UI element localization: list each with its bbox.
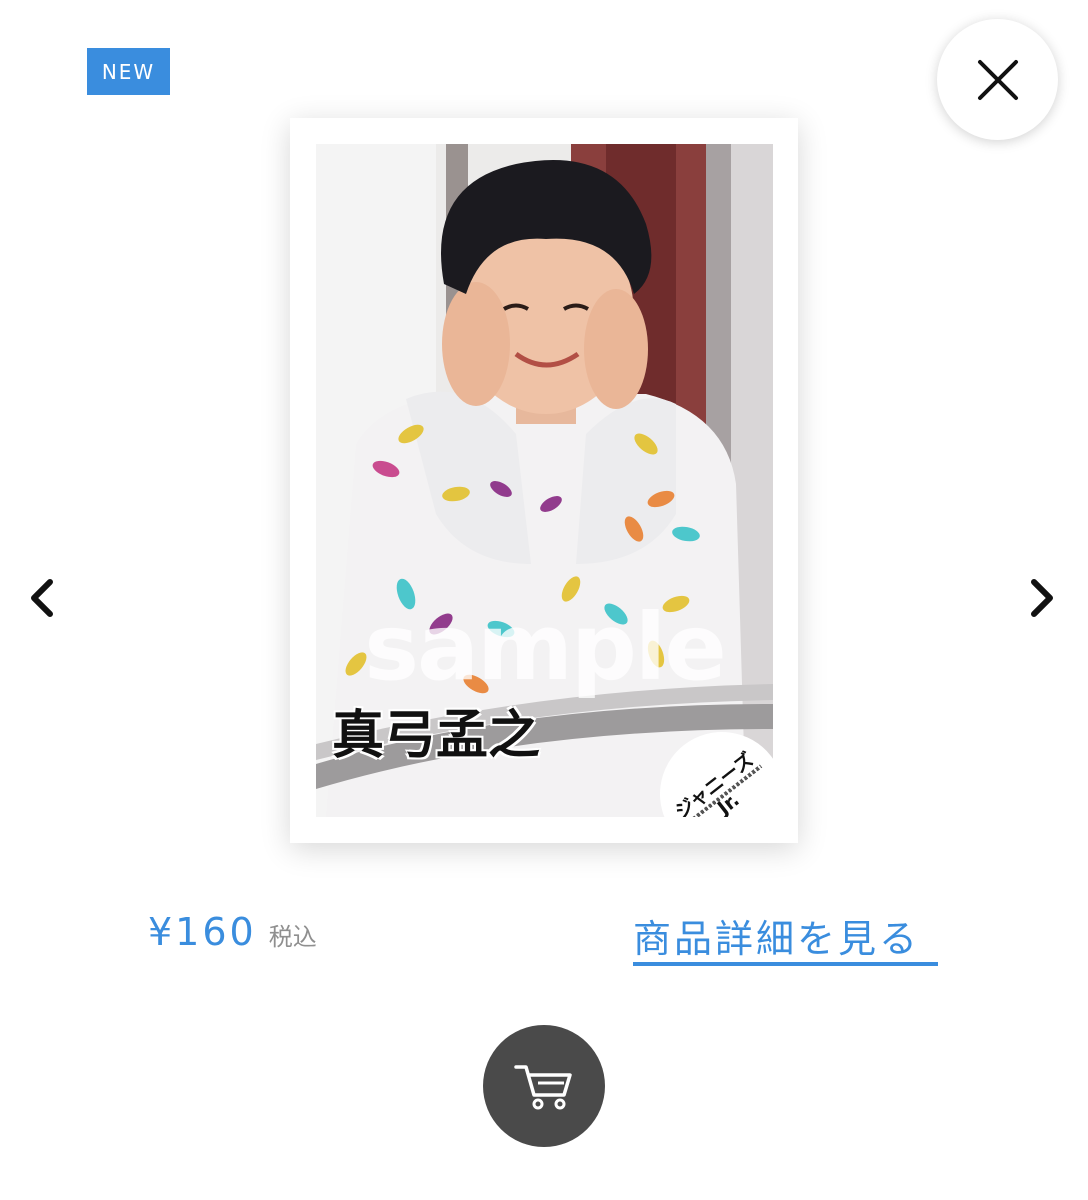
product-photo: sample 真弓孟之 ジャニーズJr. bbox=[316, 144, 773, 817]
product-photo-card: sample 真弓孟之 ジャニーズJr. bbox=[290, 118, 798, 843]
price: ¥160 bbox=[148, 910, 257, 954]
sample-watermark: sample bbox=[364, 594, 727, 701]
photo-name-caption: 真弓孟之 bbox=[332, 706, 541, 766]
close-icon bbox=[977, 59, 1018, 100]
cart-icon bbox=[514, 1065, 572, 1110]
logo-text: ジャニーズJr. bbox=[670, 748, 758, 817]
previous-button[interactable] bbox=[18, 574, 66, 622]
product-detail-link[interactable]: 商品詳細を見る bbox=[633, 908, 938, 968]
chevron-right-icon bbox=[1031, 579, 1053, 617]
add-to-cart-button[interactable] bbox=[483, 1025, 605, 1147]
product-detail-link-underline bbox=[633, 962, 938, 966]
new-badge: NEW bbox=[87, 48, 170, 95]
close-button[interactable] bbox=[937, 19, 1058, 140]
new-badge-label: NEW bbox=[101, 59, 156, 84]
price-row: ¥160 税込 bbox=[148, 910, 317, 954]
chevron-left-icon bbox=[31, 579, 53, 617]
tax-label: 税込 bbox=[268, 923, 317, 951]
next-button[interactable] bbox=[1018, 574, 1066, 622]
